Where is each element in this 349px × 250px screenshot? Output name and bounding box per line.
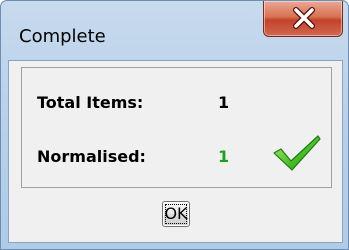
normalised-label: Normalised: [37,147,146,166]
total-items-label: Total Items: [37,93,144,112]
dialog-window: Complete Total Items: 1 Normalised: 1 OK [0,0,349,250]
dialog-body: Total Items: 1 Normalised: 1 OK [8,60,343,243]
total-items-value: 1 [218,93,230,112]
title-bar[interactable]: Complete [1,1,348,46]
checkmark-icon [273,135,321,171]
close-x-icon [293,7,315,29]
close-button[interactable] [263,1,343,37]
summary-panel: Total Items: 1 Normalised: 1 [21,67,332,188]
window-title: Complete [19,26,106,47]
normalised-value: 1 [218,147,230,166]
ok-button[interactable]: OK [162,201,190,227]
